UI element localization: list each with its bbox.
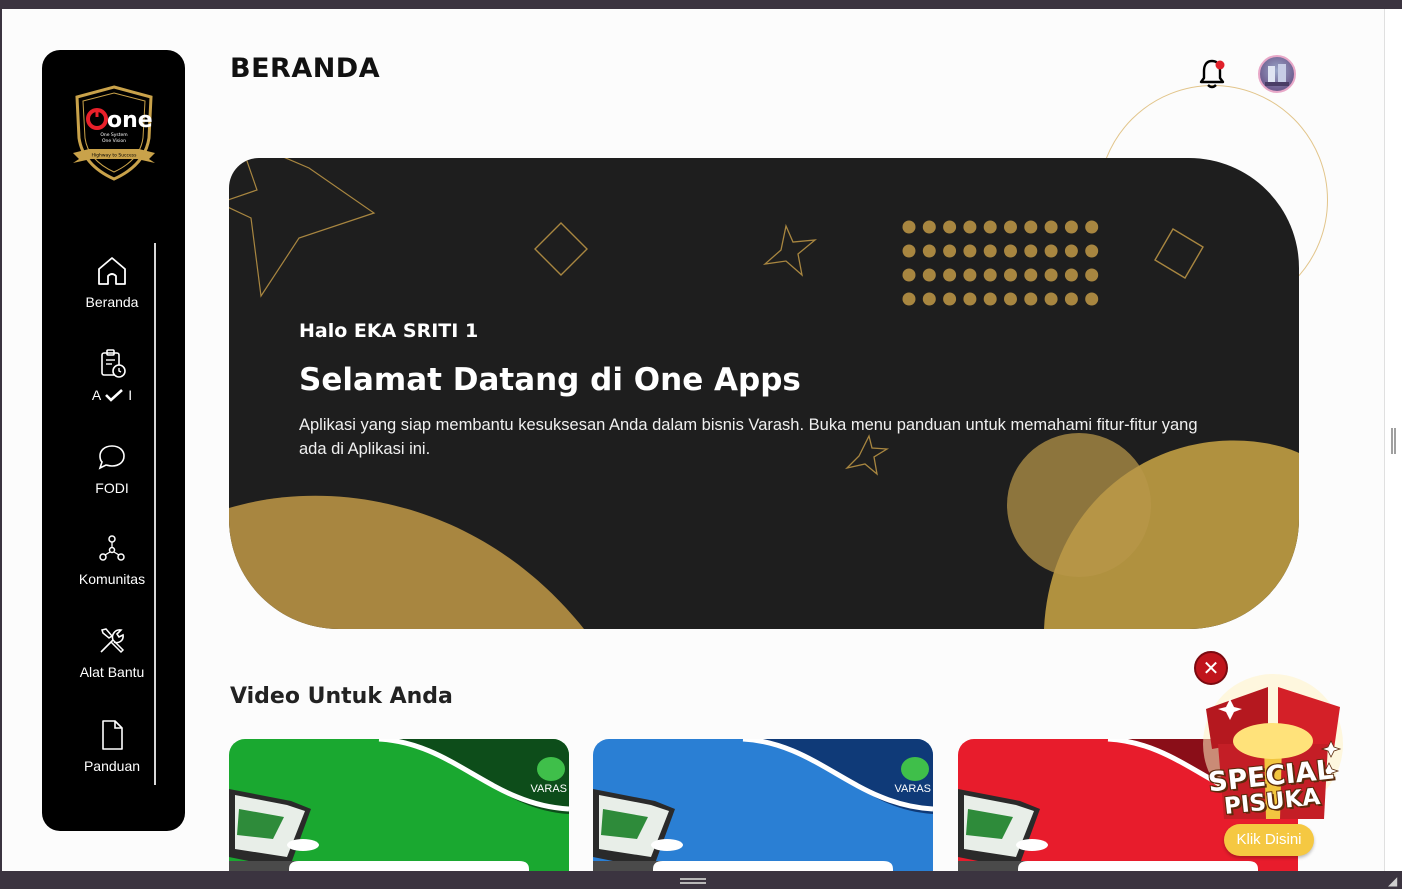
banner-dot <box>1044 268 1058 282</box>
banner-dot <box>983 292 997 306</box>
sidebar-item-label: Panduan <box>83 758 141 774</box>
banner-dot <box>1004 244 1017 258</box>
welcome-headline: Selamat Datang di One Apps <box>299 362 801 398</box>
banner-dot <box>1085 244 1099 258</box>
banner-dot <box>902 268 916 282</box>
banner-dot <box>943 268 957 282</box>
sidebar-item-label: Komunitas <box>78 571 146 587</box>
banner-dot <box>902 220 916 234</box>
svg-text:Highway to Success: Highway to Success <box>92 153 138 159</box>
sidebar: one One System One Vision Highway to Suc… <box>42 50 185 831</box>
bottom-resize-handle[interactable] <box>680 878 706 884</box>
sidebar-item-label: Beranda <box>85 294 139 310</box>
tools-icon <box>100 628 125 654</box>
avatar[interactable] <box>1258 55 1296 93</box>
banner-dot <box>1004 220 1017 234</box>
banner-dot <box>943 244 957 258</box>
network-icon <box>99 535 125 561</box>
video-brand-label: VARAS <box>530 783 567 795</box>
banner-dot <box>1024 220 1038 234</box>
promo-click-button[interactable]: Klik Disini <box>1224 824 1314 856</box>
banner-dot <box>963 292 977 306</box>
banner-dot <box>1044 292 1058 306</box>
document-icon <box>102 720 123 750</box>
banner-dot <box>1064 220 1078 234</box>
banner-dot <box>983 220 997 234</box>
banner-dot <box>1064 292 1078 306</box>
sidebar-item-ai[interactable]: A I <box>42 347 182 403</box>
banner-dot <box>1044 220 1058 234</box>
banner-dot <box>922 268 936 282</box>
banner-dot <box>1085 268 1099 282</box>
window-top-edge <box>0 0 1402 9</box>
banner-dot <box>1004 292 1017 306</box>
sidebar-item-fodi[interactable]: FODI <box>42 440 182 496</box>
banner-dot <box>922 220 936 234</box>
welcome-banner: Halo EKA SRITI 1 Selamat Datang di One A… <box>229 158 1299 629</box>
notification-dot <box>1215 60 1225 70</box>
video-brand-label: VARAS <box>894 783 931 795</box>
banner-dot <box>943 220 957 234</box>
sidebar-item-komunitas[interactable]: Komunitas <box>42 531 182 587</box>
video-card[interactable]: VARAS <box>593 739 933 871</box>
app-page: one One System One Vision Highway to Suc… <box>2 9 1384 871</box>
greeting-text: Halo EKA SRITI 1 <box>299 320 479 342</box>
page-title: BERANDA <box>230 53 381 84</box>
banner-dot <box>1085 292 1099 306</box>
one-logo: one One System One Vision Highway to Suc… <box>73 85 155 181</box>
banner-dot <box>1024 268 1038 282</box>
bell-icon[interactable] <box>1196 57 1228 91</box>
sidebar-scrollbar[interactable] <box>154 243 156 785</box>
svg-text:One Vision: One Vision <box>102 138 126 144</box>
clipboard-clock-icon <box>101 349 126 378</box>
section-title-videos: Video Untuk Anda <box>230 684 453 709</box>
side-resize-handle[interactable] <box>1391 428 1396 454</box>
sidebar-item-beranda[interactable]: Beranda <box>42 254 182 310</box>
banner-dot <box>1024 292 1038 306</box>
banner-dot <box>922 244 936 258</box>
svg-text:one: one <box>107 108 153 133</box>
banner-dot <box>1044 244 1058 258</box>
sidebar-item-panduan[interactable]: Panduan <box>42 718 182 774</box>
welcome-description: Aplikasi yang siap membantu kesuksesan A… <box>299 416 1198 458</box>
banner-dot <box>1004 268 1017 282</box>
banner-dot <box>1085 220 1099 234</box>
corner-resize-grip-icon[interactable]: ◢ <box>1388 874 1397 888</box>
video-card[interactable]: VARAS <box>229 739 569 871</box>
banner-dot <box>983 244 997 258</box>
home-icon <box>98 257 126 285</box>
banner-dot <box>943 292 957 306</box>
banner-dot <box>963 244 977 258</box>
sidebar-item-alat-bantu[interactable]: Alat Bantu <box>42 624 182 680</box>
banner-dot <box>983 268 997 282</box>
banner-dot <box>902 244 916 258</box>
promo-close-button[interactable]: ✕ <box>1194 651 1228 685</box>
sidebar-item-label: FODI <box>95 480 129 496</box>
banner-dot <box>1024 244 1038 258</box>
banner-dot <box>902 292 916 306</box>
checkmark-icon <box>105 389 124 402</box>
svg-text:One System: One System <box>100 132 127 138</box>
sidebar-item-label: Alat Bantu <box>79 664 145 680</box>
banner-dot <box>1064 268 1078 282</box>
sidebar-item-label: A I <box>91 387 133 403</box>
banner-dot <box>963 268 977 282</box>
banner-dot <box>963 220 977 234</box>
banner-dot <box>922 292 936 306</box>
chat-bubble-icon <box>98 445 125 470</box>
banner-dot <box>1064 244 1078 258</box>
